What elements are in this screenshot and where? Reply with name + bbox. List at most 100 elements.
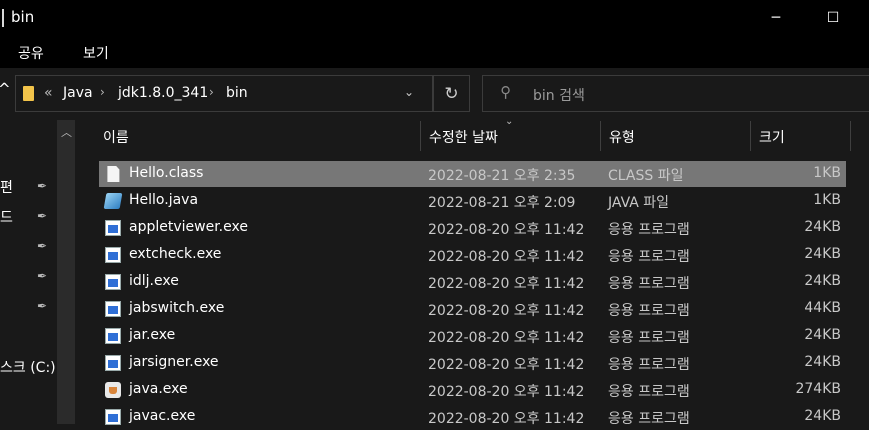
column-divider[interactable] [750, 121, 751, 151]
ribbon: 공유 보기 [0, 36, 869, 68]
file-row[interactable]: idlj.exe 2022-08-20 오후 11:42 응용 프로그램 24KB [99, 269, 846, 295]
exe-file-icon [105, 328, 121, 344]
file-size: 24KB [804, 354, 841, 370]
file-type: 응용 프로그램 [608, 303, 690, 319]
scroll-up-icon[interactable]: ︿ [61, 124, 72, 140]
exe-file-icon [105, 247, 121, 263]
file-row[interactable]: extcheck.exe 2022-08-20 오후 11:42 응용 프로그램 24… [99, 242, 846, 268]
exe-file-icon [105, 220, 121, 236]
maximize-button[interactable]: ☐ [811, 6, 855, 30]
file-date: 2022-08-20 오후 11:42 [428, 357, 585, 373]
column-header-size[interactable]: 크기 [759, 127, 785, 147]
file-date: 2022-08-20 오후 11:42 [428, 249, 585, 265]
search-box[interactable]: ⚲ bin 검색 [482, 75, 869, 112]
class-file-icon [107, 166, 120, 182]
file-type: 응용 프로그램 [608, 384, 690, 400]
file-size: 24KB [804, 327, 841, 343]
file-date: 2022-08-20 오후 11:42 [428, 330, 585, 346]
file-type: 응용 프로그램 [608, 222, 690, 238]
file-type: 응용 프로그램 [608, 330, 690, 346]
file-row[interactable]: jar.exe 2022-08-20 오후 11:42 응용 프로그램 24KB [99, 323, 846, 349]
file-name: extcheck.exe [129, 246, 222, 262]
java-cup-icon [105, 382, 121, 398]
file-name: idlj.exe [129, 273, 179, 289]
file-date: 2022-08-20 오후 11:42 [428, 222, 585, 238]
chevron-down-icon[interactable]: ⌄ [404, 85, 414, 99]
breadcrumb-java[interactable]: Java [63, 85, 93, 101]
nav-item-recent[interactable]: 편 [0, 177, 13, 197]
column-header-type[interactable]: 유형 [609, 127, 635, 147]
file-date: 2022-08-20 오후 11:42 [428, 384, 585, 400]
column-header-date[interactable]: 수정한 날짜 [429, 127, 498, 147]
file-type: 응용 프로그램 [608, 249, 690, 265]
title-bar: bin ─ ☐ [0, 0, 869, 36]
minimize-button[interactable]: ─ [754, 6, 798, 30]
file-size: 1KB [813, 165, 841, 181]
exe-file-icon [105, 301, 121, 317]
title-accent [2, 9, 4, 27]
file-name: Hello.java [129, 192, 199, 208]
file-row[interactable]: java.exe 2022-08-20 오후 11:42 응용 프로그램 274KB [99, 377, 846, 403]
file-type: 응용 프로그램 [608, 276, 690, 292]
tab-view[interactable]: 보기 [83, 43, 109, 63]
exe-file-icon [105, 355, 121, 371]
column-header-name[interactable]: 이름 [103, 127, 129, 147]
column-divider[interactable] [600, 121, 601, 151]
file-row[interactable]: javac.exe 2022-08-20 오후 11:42 응용 프로그램 24KB [99, 404, 846, 430]
file-type: 응용 프로그램 [608, 411, 690, 427]
file-row[interactable]: appletviewer.exe 2022-08-20 오후 11:42 응용 프로… [99, 215, 846, 241]
file-name: Hello.class [129, 165, 204, 181]
pin-icon: ✒ [37, 239, 48, 253]
up-arrow-icon[interactable]: ^ [0, 80, 11, 98]
overflow-icon[interactable]: « [44, 85, 53, 101]
nav-scrollbar[interactable] [57, 120, 75, 424]
file-size: 24KB [804, 246, 841, 262]
chevron-right-icon[interactable]: › [209, 85, 214, 99]
sort-indicator-icon: ⌄ [505, 116, 514, 127]
file-date: 2022-08-20 오후 11:42 [428, 276, 585, 292]
exe-file-icon [105, 409, 121, 425]
chevron-right-icon[interactable]: › [100, 85, 105, 99]
file-name: javac.exe [129, 408, 196, 424]
refresh-button[interactable]: ↻ [433, 75, 470, 112]
file-date: 2022-08-20 오후 11:42 [428, 411, 585, 427]
search-icon: ⚲ [500, 83, 511, 101]
column-divider[interactable] [850, 121, 851, 151]
column-divider[interactable] [420, 121, 421, 151]
pin-icon: ✒ [37, 179, 48, 193]
file-type: CLASS 파일 [608, 168, 684, 184]
file-size: 1KB [813, 192, 841, 208]
breadcrumb-bin[interactable]: bin [226, 85, 248, 101]
file-date: 2022-08-21 오후 2:35 [428, 168, 576, 184]
breadcrumb-jdk[interactable]: jdk1.8.0_341 [118, 85, 208, 101]
file-size: 24KB [804, 219, 841, 235]
file-size: 44KB [804, 300, 841, 316]
file-row[interactable]: Hello.java 2022-08-21 오후 2:09 JAVA 파일 1KB [99, 188, 846, 214]
folder-icon [23, 86, 34, 101]
exe-file-icon [105, 274, 121, 290]
address-bar[interactable]: « Java › jdk1.8.0_341 › bin ⌄ [15, 75, 433, 112]
file-size: 24KB [804, 408, 841, 424]
file-row[interactable]: Hello.class 2022-08-21 오후 2:35 CLASS 파일 1KB [99, 161, 846, 187]
search-placeholder: bin 검색 [533, 88, 585, 104]
file-type: JAVA 파일 [608, 195, 670, 211]
file-name: jar.exe [129, 327, 176, 343]
file-name: appletviewer.exe [129, 219, 248, 235]
pin-icon: ✒ [37, 299, 48, 313]
nav-item-documents[interactable]: 드 [0, 207, 13, 227]
file-date: 2022-08-20 오후 11:42 [428, 303, 585, 319]
pin-icon: ✒ [37, 209, 48, 223]
window-title: bin [11, 8, 35, 26]
file-name: jarsigner.exe [129, 354, 219, 370]
file-row[interactable]: jarsigner.exe 2022-08-20 오후 11:42 응용 프로그램 2… [99, 350, 846, 376]
file-name: java.exe [129, 381, 188, 397]
java-file-icon [103, 193, 123, 209]
nav-item-local-disk[interactable]: 스크 (C:) [0, 357, 56, 377]
pin-icon: ✒ [37, 269, 48, 283]
file-size: 24KB [804, 273, 841, 289]
file-name: jabswitch.exe [129, 300, 225, 316]
file-row[interactable]: jabswitch.exe 2022-08-20 오후 11:42 응용 프로그램 4… [99, 296, 846, 322]
tab-share[interactable]: 공유 [18, 43, 44, 63]
file-date: 2022-08-21 오후 2:09 [428, 195, 576, 211]
file-type: 응용 프로그램 [608, 357, 690, 373]
